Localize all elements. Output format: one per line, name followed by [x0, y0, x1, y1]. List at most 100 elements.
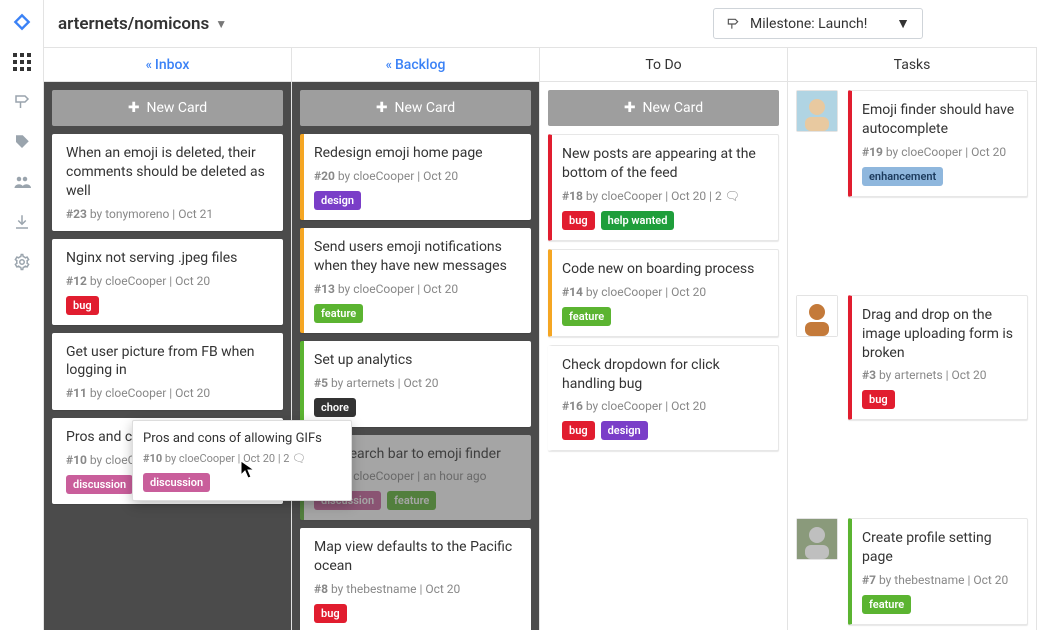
card-title: Pros and cons of allowing GIFs — [143, 431, 341, 446]
card[interactable]: Set up analytics #5 by arternets | Oct 20… — [300, 341, 531, 427]
label-bug: bug — [314, 604, 347, 623]
card-meta: #12 by cloeCooper | Oct 20 — [66, 274, 273, 288]
card-meta: #11 by cloeCooper | Oct 20 — [66, 386, 273, 400]
card[interactable]: Emoji finder should have autocomplete #19… — [848, 90, 1028, 197]
card-title: Set up analytics — [314, 351, 521, 370]
card-title: Emoji finder should have autocomplete — [862, 101, 1017, 139]
card[interactable]: Drag and drop on the image uploading for… — [848, 295, 1028, 421]
card[interactable]: Check dropdown for click handling bug #16… — [548, 345, 779, 452]
avatar[interactable] — [796, 518, 838, 560]
download-icon[interactable] — [12, 212, 32, 232]
new-card-button[interactable]: ✚ New Card — [52, 90, 283, 126]
column-tasks: Tasks Emoji finder should have autocompl… — [788, 48, 1037, 630]
column-title: To Do — [645, 57, 681, 73]
column-header[interactable]: To Do — [540, 48, 787, 82]
card-title: Redesign emoji home page — [314, 144, 521, 163]
card-title: Check dropdown for click handling bug — [562, 356, 768, 394]
card-title: Nginx not serving .jpeg files — [66, 249, 273, 268]
label-help_wanted: help wanted — [601, 211, 675, 230]
task-row: Create profile setting page #7 by thebest… — [796, 518, 1028, 625]
label-chore: chore — [314, 398, 356, 417]
label-enhancement: enhancement — [862, 167, 943, 186]
repo-breadcrumb[interactable]: arternets/nomicons ▼ — [58, 14, 227, 34]
card[interactable]: When an emoji is deleted, their comments… — [52, 134, 283, 231]
board: «Inbox ✚ New Card When an emoji is delete… — [44, 48, 1037, 630]
column-body: ✚ New Card Redesign emoji home page #20 by… — [292, 82, 539, 630]
column-header[interactable]: Tasks — [788, 48, 1036, 82]
avatar[interactable] — [796, 90, 838, 132]
column-body: ✚ New Card When an emoji is deleted, thei… — [44, 82, 291, 630]
card[interactable]: Create profile setting page #7 by thebest… — [848, 518, 1028, 625]
card-meta: #5 by arternets | Oct 20 — [314, 376, 521, 390]
card-title: When an emoji is deleted, their comments… — [66, 144, 273, 201]
card-meta: #18 by cloeCooper | Oct 20 | 2 🗨 — [562, 189, 768, 203]
label-design: design — [314, 191, 361, 210]
card-title: Map view defaults to the Pacific ocean — [314, 538, 521, 576]
label-discussion: discussion — [66, 475, 133, 494]
column-inbox: «Inbox ✚ New Card When an emoji is delete… — [44, 48, 292, 630]
logo-icon[interactable] — [12, 12, 32, 32]
label-bug: bug — [562, 421, 595, 440]
card-meta: #23 by tonymoreno | Oct 21 — [66, 207, 273, 221]
label-bug: bug — [562, 211, 595, 230]
milestone-sign-icon[interactable] — [12, 92, 32, 112]
card[interactable]: Redesign emoji home page #20 by cloeCoope… — [300, 134, 531, 220]
caret-down-icon: ▼ — [215, 17, 227, 31]
card-meta: #13 by cloeCooper | Oct 20 — [314, 282, 521, 296]
card-meta: #10 by cloeCooper | Oct 20 | 2 🗨 — [143, 452, 341, 465]
column-header[interactable]: «Inbox — [44, 48, 291, 82]
card[interactable]: Get user picture from FB when logging in… — [52, 333, 283, 411]
label-discussion: discussion — [143, 473, 210, 492]
gear-icon[interactable] — [12, 252, 32, 272]
card-title: Send users emoji notifications when they… — [314, 238, 521, 276]
card-title: Create profile setting page — [862, 529, 1017, 567]
caret-down-icon: ▼ — [896, 15, 910, 32]
card-title: Get user picture from FB when logging in — [66, 343, 273, 381]
card[interactable]: Send users emoji notifications when they… — [300, 228, 531, 333]
task-row: Drag and drop on the image uploading for… — [796, 295, 1028, 421]
card[interactable]: Nginx not serving .jpeg files #12 by cloe… — [52, 239, 283, 325]
column-body: ✚ New Card New posts are appearing at the… — [540, 82, 787, 630]
card-meta: #19 by cloeCooper | Oct 20 — [862, 145, 1017, 159]
breadcrumb-text: arternets/nomicons — [58, 14, 209, 34]
column-title: Inbox — [155, 57, 189, 73]
column-title: Backlog — [395, 57, 445, 73]
card-meta: #14 by cloeCooper | Oct 20 — [562, 285, 768, 299]
label-feature: feature — [562, 307, 611, 326]
topbar: arternets/nomicons ▼ Milestone: Launch! … — [44, 0, 1037, 48]
card-title: New posts are appearing at the bottom of… — [562, 145, 768, 183]
drag-ghost-card[interactable]: Pros and cons of allowing GIFs #10 by cl… — [132, 420, 352, 501]
column-backlog: «Backlog ✚ New Card Redesign emoji home p… — [292, 48, 540, 630]
new-card-button[interactable]: ✚ New Card — [548, 90, 779, 126]
card-meta: #8 by thebestname | Oct 20 — [314, 582, 521, 596]
card-meta: #3 by arternets | Oct 20 — [862, 368, 1017, 382]
label-feature: feature — [314, 304, 363, 323]
card[interactable]: Map view defaults to the Pacific ocean #8… — [300, 528, 531, 630]
avatar[interactable] — [796, 295, 838, 337]
milestone-sign-icon — [726, 17, 740, 31]
milestone-dropdown[interactable]: Milestone: Launch! ▼ — [713, 8, 923, 39]
label-feature: feature — [862, 595, 911, 614]
card-title: Code new on boarding process — [562, 260, 768, 279]
milestone-label: Milestone: Launch! — [750, 16, 867, 32]
label-bug: bug — [862, 390, 895, 409]
card-title: Drag and drop on the image uploading for… — [862, 306, 1017, 363]
new-card-button[interactable]: ✚ New Card — [300, 90, 531, 126]
label-bug: bug — [66, 296, 99, 315]
column-header[interactable]: «Backlog — [292, 48, 539, 82]
label-feature: feature — [387, 491, 436, 510]
card-meta: #16 by cloeCooper | Oct 20 — [562, 399, 768, 413]
label-design: design — [601, 421, 648, 440]
grid-icon[interactable] — [12, 52, 32, 72]
card[interactable]: Code new on boarding process #14 by cloeC… — [548, 249, 779, 337]
column-title: Tasks — [894, 57, 931, 73]
task-row: Emoji finder should have autocomplete #19… — [796, 90, 1028, 197]
card-meta: #7 by thebestname | Oct 20 — [862, 573, 1017, 587]
sidebar — [0, 0, 44, 630]
column-todo: To Do ✚ New Card New posts are appearing … — [540, 48, 788, 630]
card[interactable]: New posts are appearing at the bottom of… — [548, 134, 779, 241]
card-meta: #20 by cloeCooper | Oct 20 — [314, 169, 521, 183]
tag-icon[interactable] — [12, 132, 32, 152]
column-body: Emoji finder should have autocomplete #19… — [788, 82, 1036, 630]
users-icon[interactable] — [12, 172, 32, 192]
